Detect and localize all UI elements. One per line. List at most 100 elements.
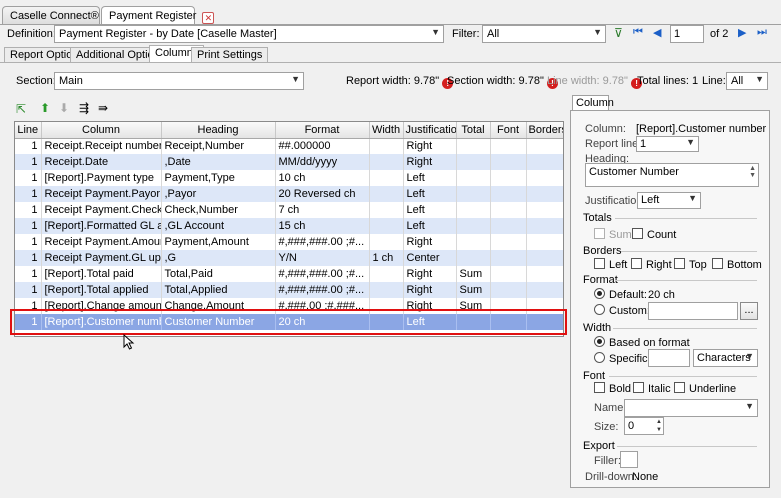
table-cell[interactable]: 1 xyxy=(15,282,42,298)
next-page-icon[interactable]: ▶ xyxy=(738,26,746,39)
table-cell[interactable] xyxy=(456,218,491,234)
tab-column[interactable]: Column xyxy=(572,95,614,111)
column-header-line[interactable]: Line xyxy=(15,122,42,139)
bold-checkbox[interactable] xyxy=(594,382,605,393)
table-cell[interactable] xyxy=(369,138,404,154)
table-cell[interactable]: ,G xyxy=(161,250,276,266)
table-cell[interactable]: Receipt Payment.GL updated xyxy=(41,250,162,266)
table-cell[interactable] xyxy=(456,250,491,266)
format-default-radio[interactable] xyxy=(594,288,605,299)
table-cell[interactable]: Payment,Type xyxy=(161,170,276,186)
border-right-checkbox[interactable] xyxy=(631,258,642,269)
table-cell[interactable]: 20 Reversed ch xyxy=(275,186,370,202)
table-cell[interactable]: ,Date xyxy=(161,154,276,170)
table-cell[interactable]: Right xyxy=(403,138,457,154)
table-cell[interactable] xyxy=(526,218,563,234)
table-row[interactable]: 1 [Report].Total applied Total,Applied #,##… xyxy=(15,282,563,298)
table-cell[interactable]: 1 xyxy=(15,138,42,154)
table-cell[interactable]: ,GL Account xyxy=(161,218,276,234)
table-cell[interactable] xyxy=(490,234,527,250)
first-page-icon[interactable]: ⏮ xyxy=(633,26,643,39)
table-cell[interactable]: Total,Applied xyxy=(161,282,276,298)
table-cell[interactable] xyxy=(526,234,563,250)
underline-checkbox[interactable] xyxy=(674,382,685,393)
table-cell[interactable] xyxy=(526,266,563,282)
table-cell[interactable] xyxy=(456,186,491,202)
columns-grid[interactable]: LineColumnHeadingFormatWidthJustificatio… xyxy=(14,121,564,337)
heading-textarea[interactable]: Customer Number ▲ ▼ xyxy=(585,163,759,187)
column-header-width[interactable]: Width xyxy=(369,122,404,139)
subtab-print-settings[interactable]: Print Settings xyxy=(191,47,269,63)
table-cell[interactable] xyxy=(369,282,404,298)
table-row[interactable]: 1 Receipt.Receipt number Receipt,Number ##.… xyxy=(15,138,563,154)
page-number-input[interactable]: 1 xyxy=(670,25,704,43)
insert-column-icon[interactable]: ⇶ xyxy=(79,101,89,115)
table-cell[interactable] xyxy=(490,186,527,202)
table-cell[interactable] xyxy=(369,186,404,202)
table-cell[interactable]: 1 xyxy=(15,250,42,266)
filter-clear-icon[interactable]: ⊽ xyxy=(614,26,623,40)
table-cell[interactable]: 1 xyxy=(15,186,42,202)
move-down-icon[interactable]: ⬇ xyxy=(59,101,69,115)
table-cell[interactable]: [Report].Total applied xyxy=(41,282,162,298)
font-size-stepper[interactable]: 0 ▲ ▼ xyxy=(624,417,664,435)
table-cell[interactable]: 10 ch xyxy=(275,170,370,186)
table-cell[interactable] xyxy=(490,138,527,154)
table-cell[interactable] xyxy=(526,186,563,202)
table-cell[interactable]: Receipt Payment.Amount xyxy=(41,234,162,250)
table-cell[interactable]: 1 xyxy=(15,266,42,282)
column-header-borders[interactable]: Borders xyxy=(526,122,563,139)
table-cell[interactable] xyxy=(456,234,491,250)
table-cell[interactable] xyxy=(456,154,491,170)
table-row[interactable]: 1 Receipt Payment.Amount Payment,Amount #,#… xyxy=(15,234,563,250)
table-cell[interactable] xyxy=(369,154,404,170)
table-cell[interactable]: Sum xyxy=(456,282,491,298)
table-row[interactable]: 1[Report].Formatted GL acc...,GL Account… xyxy=(15,218,563,234)
border-top-checkbox[interactable] xyxy=(674,258,685,269)
table-cell[interactable]: [Report].Payment type xyxy=(41,170,162,186)
table-row[interactable]: 1 [Report].Payment type Payment,Type 10 ch L… xyxy=(15,170,563,186)
table-cell[interactable]: Payment,Amount xyxy=(161,234,276,250)
table-cell[interactable] xyxy=(526,170,563,186)
table-cell[interactable]: Total,Paid xyxy=(161,266,276,282)
table-cell[interactable] xyxy=(490,218,527,234)
table-cell[interactable]: #,###,###.00 ;#... xyxy=(275,282,370,298)
table-cell[interactable]: 1 xyxy=(15,218,42,234)
table-row[interactable]: 1 [Report].Total paid Total,Paid #,###,###.… xyxy=(15,266,563,282)
italic-checkbox[interactable] xyxy=(633,382,644,393)
border-left-checkbox[interactable] xyxy=(594,258,605,269)
move-up-icon[interactable]: ⬆ xyxy=(40,101,50,115)
table-cell[interactable]: Left xyxy=(403,218,457,234)
table-cell[interactable]: #,###,###.00 ;#... xyxy=(275,266,370,282)
append-column-icon[interactable]: ⇛ xyxy=(98,101,108,115)
table-cell[interactable] xyxy=(369,234,404,250)
width-specific-radio[interactable] xyxy=(594,352,605,363)
table-cell[interactable]: 1 ch xyxy=(369,250,404,266)
tab-payment-register[interactable]: Payment Register ✕ xyxy=(101,6,215,26)
table-cell[interactable] xyxy=(526,250,563,266)
table-cell[interactable]: Right xyxy=(403,154,457,170)
custom-format-button[interactable]: ... xyxy=(740,302,758,320)
table-cell[interactable]: Check,Number xyxy=(161,202,276,218)
table-cell[interactable] xyxy=(490,170,527,186)
table-cell[interactable]: ,Payor xyxy=(161,186,276,202)
definition-select[interactable]: Payment Register - by Date [Caselle Mast… xyxy=(54,25,444,43)
table-cell[interactable] xyxy=(490,282,527,298)
column-header-heading[interactable]: Heading xyxy=(161,122,276,139)
column-header-format[interactable]: Format xyxy=(275,122,370,139)
column-header-total[interactable]: Total xyxy=(456,122,491,139)
filter-select[interactable]: All ▼ xyxy=(482,25,606,43)
table-cell[interactable]: Right xyxy=(403,282,457,298)
table-cell[interactable]: 1 xyxy=(15,154,42,170)
table-cell[interactable]: MM/dd/yyyy xyxy=(275,154,370,170)
format-custom-radio[interactable] xyxy=(594,304,605,315)
table-cell[interactable]: Receipt,Number xyxy=(161,138,276,154)
table-cell[interactable]: Receipt Payment.Check nu... xyxy=(41,202,162,218)
table-cell[interactable] xyxy=(526,154,563,170)
table-cell[interactable] xyxy=(526,202,563,218)
table-cell[interactable]: [Report].Total paid xyxy=(41,266,162,282)
count-checkbox[interactable] xyxy=(632,228,643,239)
table-cell[interactable]: ##.000000 xyxy=(275,138,370,154)
font-name-select[interactable]: ▼ xyxy=(624,399,758,417)
prev-page-icon[interactable]: ◀ xyxy=(653,26,661,39)
